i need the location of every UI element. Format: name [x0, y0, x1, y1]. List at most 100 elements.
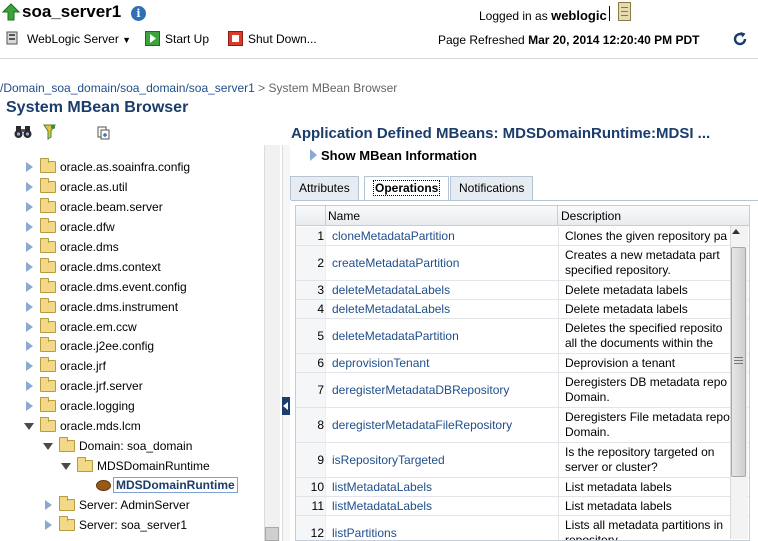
folder-icon — [40, 377, 56, 392]
tree-item[interactable]: oracle.em.ccw — [0, 318, 262, 337]
notepad-icon[interactable] — [618, 2, 631, 21]
operation-link[interactable]: deregisterMetadataFileRepository — [332, 418, 512, 432]
tree-item[interactable]: oracle.dms — [0, 238, 262, 257]
page-title: System MBean Browser — [6, 99, 189, 116]
operation-link[interactable]: deleteMetadataLabels — [332, 283, 450, 297]
page-refreshed-text: Page Refreshed Mar 20, 2014 12:20:40 PM … — [438, 33, 700, 47]
expand-arrow-icon[interactable] — [26, 361, 33, 371]
collapse-panel-handle[interactable] — [282, 397, 290, 415]
operation-link[interactable]: deleteMetadataPartition — [332, 329, 459, 343]
operation-link[interactable]: cloneMetadataPartition — [332, 229, 455, 243]
table-row[interactable]: 11 listMetadataLabels List metadata labe… — [296, 497, 749, 516]
tree-item[interactable]: Server: soa_server1 — [0, 516, 262, 535]
expand-arrow-icon[interactable] — [26, 162, 33, 172]
tree-scrollbar-thumb[interactable] — [265, 527, 279, 541]
expand-arrow-icon[interactable] — [26, 401, 33, 411]
column-header-name[interactable]: Name — [328, 209, 360, 223]
table-row[interactable]: 10 listMetadataLabels List metadata labe… — [296, 478, 749, 497]
operation-link[interactable]: listMetadataLabels — [332, 480, 432, 494]
tree-item-label: oracle.dms.instrument — [60, 300, 179, 314]
expand-arrow-icon[interactable] — [26, 322, 33, 332]
breadcrumb-separator: > — [258, 81, 266, 95]
operation-link[interactable]: createMetadataPartition — [332, 256, 459, 270]
breadcrumb-link[interactable]: /Domain_soa_domain/soa_domain/soa_server… — [0, 81, 255, 95]
folder-open-icon — [77, 457, 93, 472]
table-row[interactable]: 9 isRepositoryTargeted Is the repository… — [296, 443, 749, 478]
tree-item[interactable]: oracle.beam.server — [0, 198, 262, 217]
table-row[interactable]: 3 deleteMetadataLabels Delete metadata l… — [296, 281, 749, 300]
tree-item[interactable]: oracle.dms.context — [0, 258, 262, 277]
expand-arrow-icon[interactable] — [26, 381, 33, 391]
tree-item[interactable]: oracle.mds.lcm — [0, 417, 262, 436]
table-row[interactable]: 7 deregisterMetadataDBRepository Deregis… — [296, 373, 749, 408]
expand-arrow-icon[interactable] — [26, 202, 33, 212]
tree-item-label: Server: soa_server1 — [79, 518, 188, 532]
weblogic-server-menu[interactable]: WebLogic Server ▼ — [27, 32, 131, 46]
table-row[interactable]: 2 createMetadataPartition Creates a new … — [296, 246, 749, 281]
scroll-up-arrow-icon[interactable] — [732, 229, 740, 234]
info-icon[interactable]: i — [131, 6, 146, 21]
tab-operations[interactable]: Operations — [364, 176, 450, 201]
table-row[interactable]: 1 cloneMetadataPartition Clones the give… — [296, 227, 749, 246]
tree-item-label: oracle.j2ee.config — [60, 339, 155, 353]
copy-page-icon[interactable] — [97, 126, 110, 140]
table-row[interactable]: 5 deleteMetadataPartition Deletes the sp… — [296, 319, 749, 354]
table-row[interactable]: 12 listPartitions Lists all metadata par… — [296, 516, 749, 540]
column-header-description[interactable]: Description — [561, 209, 621, 223]
expand-arrow-icon[interactable] — [26, 242, 33, 252]
operation-link[interactable]: isRepositoryTargeted — [332, 453, 445, 467]
expand-arrow-icon[interactable] — [45, 520, 52, 530]
panel-splitter[interactable] — [282, 145, 290, 541]
show-mbean-info-toggle[interactable]: Show MBean Information — [310, 148, 477, 163]
operation-link[interactable]: listMetadataLabels — [332, 499, 432, 513]
expand-arrow-icon[interactable] — [26, 222, 33, 232]
tree-scrollbar[interactable] — [264, 145, 280, 541]
expand-arrow-icon[interactable] — [26, 182, 33, 192]
expand-arrow-icon[interactable] — [45, 500, 52, 510]
tree-item[interactable]: oracle.jrf.server — [0, 377, 262, 396]
tree-item[interactable]: oracle.dms.event.config — [0, 278, 262, 297]
filter-icon[interactable] — [43, 124, 56, 140]
refresh-icon[interactable] — [731, 30, 749, 48]
chevron-down-icon: ▼ — [122, 35, 132, 45]
table-row[interactable]: 4 deleteMetadataLabels Delete metadata l… — [296, 300, 749, 319]
binoculars-icon[interactable] — [14, 125, 32, 139]
tree-item[interactable]: oracle.logging — [0, 397, 262, 416]
start-up-icon[interactable] — [145, 31, 160, 46]
text-cursor — [609, 6, 610, 21]
column-divider[interactable] — [557, 206, 558, 226]
expand-arrow-icon[interactable] — [26, 282, 33, 292]
tree-item[interactable]: oracle.jrf — [0, 357, 262, 376]
operation-description: List metadata labels — [565, 480, 672, 494]
tree-item-label: oracle.jrf.server — [60, 379, 143, 393]
table-row[interactable]: 8 deregisterMetadataFileRepository Dereg… — [296, 408, 749, 443]
table-row[interactable]: 6 deprovisionTenant Deprovision a tenant — [296, 354, 749, 373]
collapse-arrow-icon[interactable] — [43, 443, 53, 450]
tree-item[interactable]: oracle.j2ee.config — [0, 337, 262, 356]
tab-notifications[interactable]: Notifications — [450, 176, 534, 200]
tree-item[interactable]: oracle.as.util — [0, 178, 262, 197]
operation-link[interactable]: deleteMetadataLabels — [332, 302, 450, 316]
collapse-arrow-icon[interactable] — [61, 463, 71, 470]
operation-link[interactable]: listPartitions — [332, 526, 397, 540]
tree-item[interactable]: MDSDomainRuntime — [0, 457, 262, 476]
expand-arrow-icon[interactable] — [26, 262, 33, 272]
tree-item[interactable]: Domain: soa_domain — [0, 437, 262, 456]
tree-item[interactable]: Server: AdminServer — [0, 496, 262, 515]
tree-item[interactable]: oracle.dfw — [0, 218, 262, 237]
collapse-arrow-icon[interactable] — [24, 423, 34, 430]
tree-item[interactable]: oracle.as.soainfra.config — [0, 158, 262, 177]
operation-description: List metadata labels — [565, 499, 672, 513]
tab-attributes[interactable]: Attributes — [290, 176, 359, 200]
expand-arrow-icon[interactable] — [26, 302, 33, 312]
expand-arrow-icon — [310, 149, 317, 161]
operation-link[interactable]: deregisterMetadataDBRepository — [332, 383, 509, 397]
tree-item[interactable]: oracle.dms.instrument — [0, 298, 262, 317]
shut-down-icon[interactable] — [228, 31, 243, 46]
expand-arrow-icon[interactable] — [26, 341, 33, 351]
tree-item-selected[interactable]: MDSDomainRuntime — [0, 477, 262, 496]
shut-down-button[interactable]: Shut Down... — [248, 32, 317, 46]
folder-icon — [59, 496, 75, 511]
start-up-button[interactable]: Start Up — [165, 32, 209, 46]
operation-link[interactable]: deprovisionTenant — [332, 356, 429, 370]
